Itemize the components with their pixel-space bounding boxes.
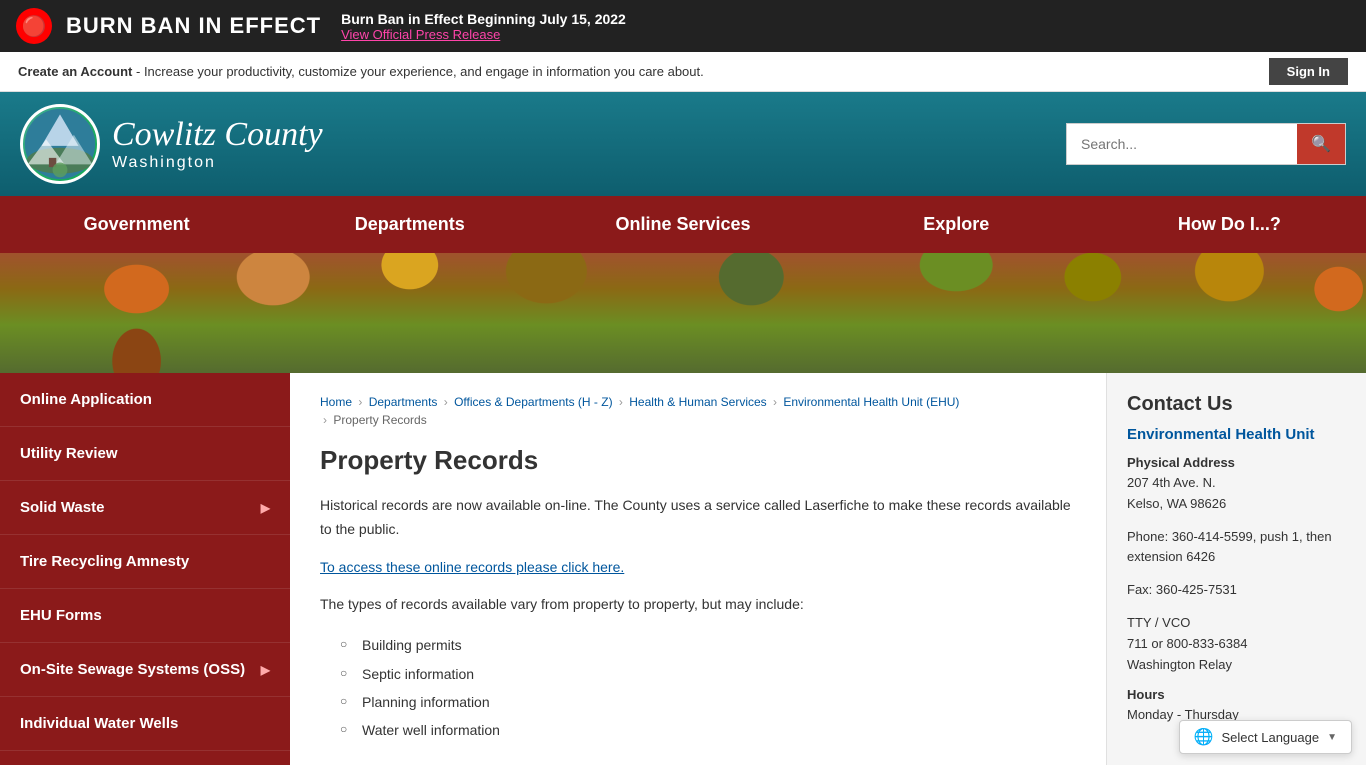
logo-circle [20,104,100,184]
language-selector[interactable]: 🌐 Select Language ▼ [1179,720,1352,754]
content-para-2: The types of records available vary from… [320,593,1076,617]
account-bar-text: Create an Account - Increase your produc… [18,64,704,79]
account-bar: Create an Account - Increase your produc… [0,52,1366,92]
hero-banner [0,253,1366,373]
sidebar-item-individual-water-wells[interactable]: Individual Water Wells [0,697,290,751]
nav-item-government[interactable]: Government [0,196,273,253]
content-link-wrapper: To access these online records please cl… [320,556,1076,580]
sign-in-button[interactable]: Sign In [1269,58,1348,85]
chevron-right-icon-2: ▶ [261,663,270,677]
nav-item-how-do-i[interactable]: How Do I...? [1093,196,1366,253]
breadcrumb-home[interactable]: Home [320,395,352,409]
burn-ban-detail: Burn Ban in Effect Beginning July 15, 20… [341,11,626,42]
list-item: Septic information [340,660,1076,688]
list-item: Water well information [340,716,1076,744]
chevron-right-icon: ▶ [261,501,270,515]
nav-item-online-services[interactable]: Online Services [546,196,819,253]
contact-tty: TTY / VCO 711 or 800-833-6384 Washington… [1127,613,1346,675]
page-title: Property Records [320,445,1076,476]
breadcrumb: Home › Departments › Offices & Departmen… [320,393,1076,429]
language-selector-label: Select Language [1222,730,1320,745]
search-input[interactable] [1067,126,1297,162]
burn-ban-icon: 🔴 [16,8,52,44]
content-area: Home › Departments › Offices & Departmen… [290,373,1106,765]
main-layout: Online Application Utility Review Solid … [0,373,1366,765]
breadcrumb-hhs[interactable]: Health & Human Services [629,395,766,409]
contact-address-label: Physical Address [1127,455,1346,470]
contact-department: Environmental Health Unit [1127,426,1346,443]
sidebar-item-ehu-forms[interactable]: EHU Forms [0,589,290,643]
sidebar-item-tire-recycling[interactable]: Tire Recycling Amnesty [0,535,290,589]
burn-ban-title: BURN BAN IN EFFECT [66,13,321,39]
burn-ban-date: Burn Ban in Effect Beginning July 15, 20… [341,11,626,27]
sidebar-item-utility-review[interactable]: Utility Review [0,427,290,481]
breadcrumb-offices[interactable]: Offices & Departments (H - Z) [454,395,612,409]
contact-fax: Fax: 360-425-7531 [1127,580,1346,601]
logo-area: Cowlitz County Washington [20,104,323,184]
contact-address: 207 4th Ave. N. Kelso, WA 98626 [1127,473,1346,515]
contact-sidebar: Contact Us Environmental Health Unit Phy… [1106,373,1366,765]
search-icon: 🔍 [1311,136,1331,153]
burn-ban-link[interactable]: View Official Press Release [341,27,626,42]
sidebar-item-online-application[interactable]: Online Application [0,373,290,427]
list-item: Building permits [340,631,1076,659]
search-box: 🔍 [1066,123,1346,165]
globe-icon: 🌐 [1194,727,1214,747]
breadcrumb-current: Property Records [333,413,426,427]
sidebar: Online Application Utility Review Solid … [0,373,290,765]
contact-title: Contact Us [1127,393,1346,416]
site-name: Cowlitz County Washington [112,116,323,172]
hero-trees [0,253,1366,373]
search-button[interactable]: 🔍 [1297,124,1345,164]
contact-phone: Phone: 360-414-5599, push 1, then extens… [1127,527,1346,569]
create-account-link[interactable]: Create an Account [18,64,132,79]
breadcrumb-departments[interactable]: Departments [369,395,438,409]
record-list: Building permits Septic information Plan… [340,631,1076,745]
content-para-1: Historical records are now available on-… [320,494,1076,542]
nav-item-departments[interactable]: Departments [273,196,546,253]
contact-hours-label: Hours [1127,687,1346,702]
site-header: Cowlitz County Washington 🔍 [0,92,1366,196]
records-link[interactable]: To access these online records please cl… [320,559,624,575]
main-nav: Government Departments Online Services E… [0,196,1366,253]
search-area: 🔍 [1066,123,1346,165]
chevron-down-icon: ▼ [1327,732,1337,743]
nav-item-explore[interactable]: Explore [820,196,1093,253]
list-item: Planning information [340,688,1076,716]
sidebar-item-oss[interactable]: On-Site Sewage Systems (OSS) ▶ [0,643,290,697]
sidebar-item-solid-waste[interactable]: Solid Waste ▶ [0,481,290,535]
burn-ban-banner: 🔴 BURN BAN IN EFFECT Burn Ban in Effect … [0,0,1366,52]
breadcrumb-ehu[interactable]: Environmental Health Unit (EHU) [783,395,959,409]
